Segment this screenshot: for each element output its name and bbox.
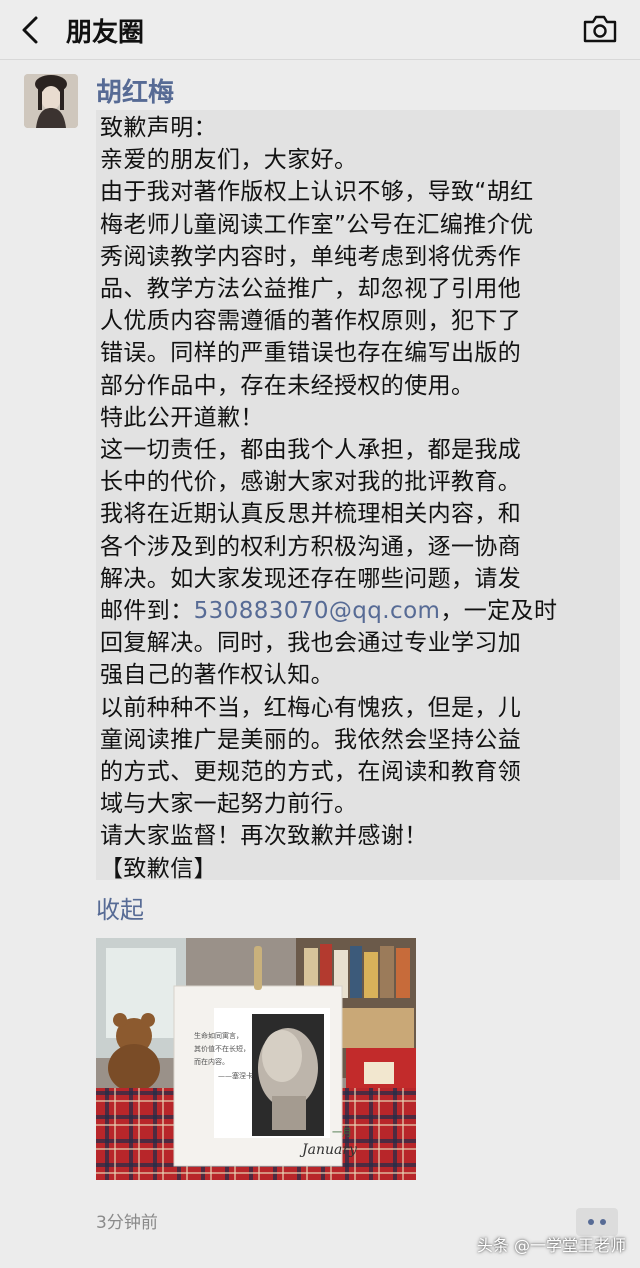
post-text-line: 童阅读推广是美丽的。我依然会坚持公益 bbox=[100, 726, 522, 753]
post-text-body: 致歉声明： 亲爱的朋友们，大家好。 由于我对著作版权上认识不够，导致“胡红 梅老… bbox=[96, 110, 620, 882]
post-text-line: 解决。如大家发现还存在哪些问题，请发 bbox=[100, 565, 522, 592]
calendar-photo-image: 生命如同寓言， 其价值不在长短， 而在内容。 ——塞涅卡 一月 January bbox=[96, 938, 416, 1180]
post-text-line: 长中的代价，感谢大家对我的批评教育。 bbox=[100, 469, 522, 496]
post-text-line: 以前种种不当，红梅心有愧疚，但是，儿 bbox=[100, 694, 522, 721]
post-text-line: 错误。同样的严重错误也存在编写出版的 bbox=[100, 340, 522, 367]
calendar-quote-line: 而在内容。 bbox=[194, 1057, 229, 1066]
calendar-quote-author: ——塞涅卡 bbox=[218, 1071, 253, 1080]
post-text-line: 人优质内容需遵循的著作权原则，犯下了 bbox=[100, 308, 522, 335]
post-text-line: 亲爱的朋友们，大家好。 bbox=[100, 147, 358, 174]
calendar-quote-line: 其价值不在长短， bbox=[194, 1044, 250, 1053]
top-nav-bar: 朋友圈 bbox=[0, 0, 640, 60]
chevron-left-icon[interactable] bbox=[16, 14, 44, 46]
email-link[interactable]: 530883070@qq.com bbox=[194, 598, 441, 624]
post-text-line: 回复解决。同时，我也会通过专业学习加 bbox=[100, 630, 522, 657]
post-text-line: 【致歉信】 bbox=[100, 855, 217, 882]
collapse-link[interactable]: 收起 bbox=[96, 890, 144, 925]
watermark: 头条 @一学堂王老师 bbox=[476, 1236, 626, 1255]
post-text-line: 致歉声明： bbox=[100, 115, 217, 141]
post-text-line: 我将在近期认真反思并梳理相关内容，和 bbox=[100, 501, 522, 528]
post-text-line: 由于我对著作版权上认识不够，导致“胡红 bbox=[100, 179, 534, 206]
post-text-line: 请大家监督！再次致歉并感谢！ bbox=[100, 823, 428, 850]
calendar-quote-line: 生命如同寓言， bbox=[194, 1031, 243, 1040]
post-text-line: 特此公开道歉！ bbox=[100, 404, 264, 431]
post-text-line: 品、教学方法公益推广，却忽视了引用他 bbox=[100, 276, 522, 303]
calendar-month-cn: 一月 bbox=[332, 1127, 352, 1139]
camera-icon[interactable] bbox=[582, 14, 618, 44]
post-text-line: 部分作品中，存在未经授权的使用。 bbox=[100, 372, 475, 399]
dot-icon bbox=[600, 1219, 606, 1225]
post-timestamp: 3分钟前 bbox=[96, 1213, 158, 1233]
post-text-line: 域与大家一起努力前行。 bbox=[100, 791, 358, 818]
email-prefix: 邮件到： bbox=[100, 598, 194, 625]
post-author-name[interactable]: 胡红梅 bbox=[96, 72, 174, 109]
avatar-portrait-image bbox=[24, 74, 78, 128]
post-text-line: 秀阅读教学内容时，单纯考虑到将优秀作 bbox=[100, 243, 522, 270]
post-text-line: 强自己的著作权认知。 bbox=[100, 662, 334, 689]
email-suffix: ，一定及时 bbox=[440, 598, 558, 625]
post-text-line: 的方式、更规范的方式，在阅读和教育领 bbox=[100, 759, 522, 786]
post-text-line: 各个涉及到的权利方积极沟通，逐一协商 bbox=[100, 533, 522, 560]
post-email-line: 邮件到：530883070@qq.com，一定及时 bbox=[100, 595, 620, 627]
post-text-line: 梅老师儿童阅读工作室”公号在汇编推介优 bbox=[100, 211, 534, 238]
post-text-line: 这一切责任，都由我个人承担，都是我成 bbox=[100, 437, 522, 464]
post-photo[interactable]: 生命如同寓言， 其价值不在长短， 而在内容。 ——塞涅卡 一月 January bbox=[96, 938, 416, 1180]
page-title: 朋友圈 bbox=[66, 18, 145, 48]
dot-icon bbox=[588, 1219, 594, 1225]
avatar[interactable] bbox=[24, 74, 78, 128]
calendar-month: January bbox=[299, 1142, 358, 1158]
